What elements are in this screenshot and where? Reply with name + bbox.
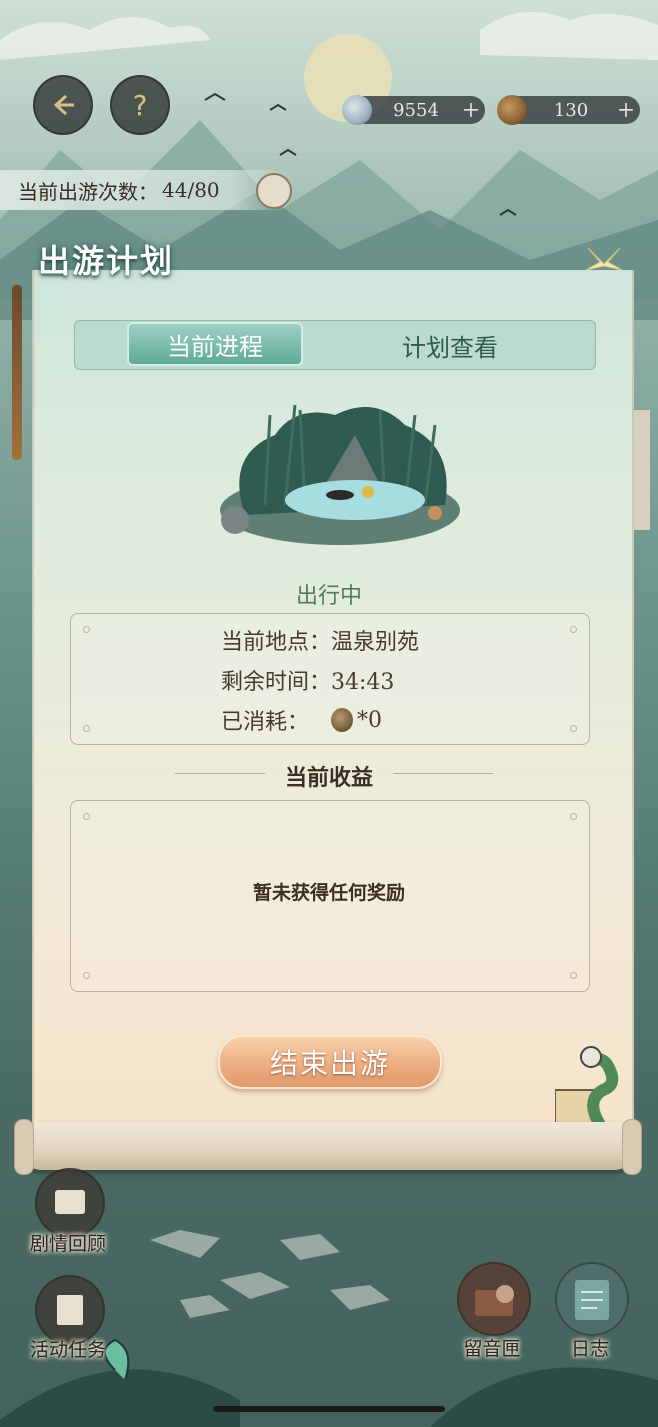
- back-arrow-icon: [53, 94, 74, 116]
- event-tasks-label: 活动任务: [29, 1339, 106, 1361]
- add-spiral-currency-button[interactable]: +: [457, 98, 485, 123]
- remaining-time-value: 34:43: [331, 670, 395, 695]
- panel-tabs: 当前进程 计划查看: [74, 320, 596, 370]
- journal-icon: [575, 1280, 609, 1320]
- bronze-coin-icon: [331, 708, 354, 732]
- snake-mascot-icon: [554, 1045, 630, 1131]
- no-rewards-message: 暂未获得任何奖励: [252, 882, 405, 904]
- currency-spiral-value: 9554: [393, 99, 439, 121]
- ticket-icon[interactable]: [256, 173, 292, 209]
- home-indicator[interactable]: [213, 1406, 445, 1412]
- music-box-label: 留音匣: [463, 1338, 521, 1360]
- journal-button[interactable]: [555, 1262, 629, 1336]
- cost-row: 已消耗： *0: [221, 704, 382, 736]
- outing-info-box: 当前地点：温泉别苑 剩余时间：34:43 已消耗： *0: [70, 613, 590, 745]
- outing-count-label: 当前出游次数：: [18, 179, 158, 204]
- outing-count-strip: 当前出游次数： 44/80: [0, 170, 290, 210]
- help-button[interactable]: ?: [110, 75, 170, 135]
- music-box-icon: [475, 1285, 514, 1316]
- quest-book-icon: [57, 1295, 83, 1325]
- panel-title: 出游计划: [38, 242, 175, 280]
- scroll-bottom-rod: [14, 1119, 642, 1175]
- story-review-button[interactable]: [35, 1168, 105, 1238]
- rewards-section-title: 当前收益: [284, 765, 373, 791]
- currency-bronze-value: 130: [553, 99, 589, 121]
- hot-spring-scene-image: [220, 404, 460, 545]
- butterfly-ornament-icon: [580, 240, 628, 288]
- end-outing-button[interactable]: 结束出游: [218, 1035, 442, 1089]
- location-value: 温泉别苑: [331, 630, 420, 655]
- spiral-shell-coin-icon: [342, 95, 372, 125]
- outing-count-value: 44/80: [162, 178, 220, 202]
- location-label: 当前地点：: [221, 630, 332, 655]
- remaining-time-label: 剩余时间：: [221, 670, 332, 695]
- remaining-time-row: 剩余时间：34:43: [221, 664, 394, 696]
- tab-plan-view[interactable]: 计划查看: [365, 321, 535, 369]
- add-bronze-currency-button[interactable]: +: [612, 98, 640, 123]
- journal-label: 日志: [570, 1338, 609, 1360]
- music-box-button[interactable]: [457, 1262, 531, 1336]
- scroll-icon: [55, 1190, 85, 1214]
- bronze-coin-icon: [497, 95, 527, 125]
- cost-label: 已消耗：: [221, 710, 310, 735]
- left-tassel-icon: [12, 285, 22, 460]
- location-row: 当前地点：温泉别苑: [221, 624, 419, 656]
- cost-value: *0: [357, 707, 383, 733]
- tab-current-progress[interactable]: 当前进程: [127, 322, 303, 366]
- story-review-label: 剧情回顾: [29, 1233, 106, 1255]
- outing-status: 出行中: [295, 584, 362, 609]
- question-mark-icon: ?: [132, 88, 148, 122]
- back-button[interactable]: [33, 75, 93, 135]
